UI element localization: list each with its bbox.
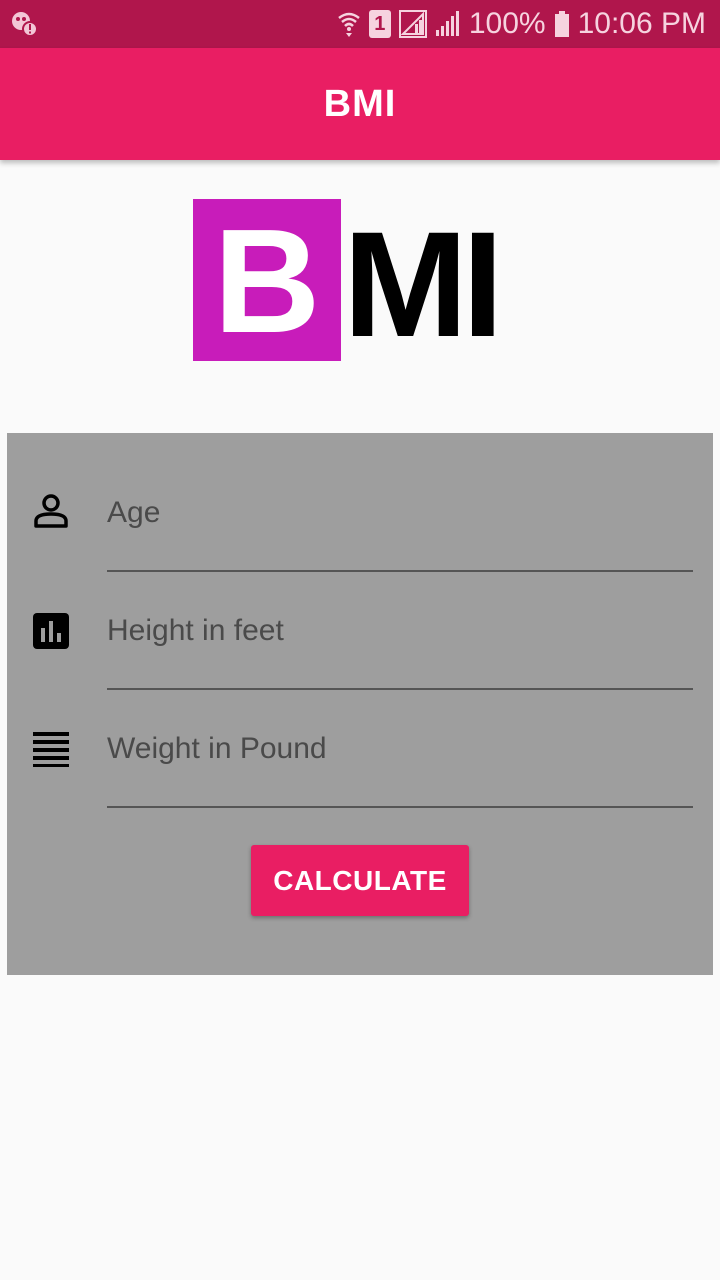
logo-letter-box: B bbox=[193, 199, 341, 361]
status-bar: 1 100% 10:06 PM bbox=[0, 0, 720, 48]
bmi-form: CALCULATE bbox=[7, 433, 713, 975]
notification-alert-icon bbox=[10, 10, 38, 38]
calculate-button[interactable]: CALCULATE bbox=[251, 845, 469, 916]
bmi-logo: B MI bbox=[193, 199, 518, 361]
lines-icon bbox=[31, 729, 71, 769]
height-input[interactable] bbox=[107, 601, 693, 661]
logo-letter-b: B bbox=[213, 199, 321, 364]
clock: 10:06 PM bbox=[577, 7, 706, 40]
logo-letters-mi: MI bbox=[343, 200, 504, 368]
battery-icon bbox=[554, 10, 570, 38]
weight-field-row bbox=[7, 689, 713, 808]
age-field-row bbox=[7, 453, 713, 572]
sim-icon: 1 bbox=[368, 10, 391, 38]
battery-percent: 100% bbox=[468, 7, 546, 40]
wifi-icon bbox=[337, 10, 361, 38]
signal-icon bbox=[435, 10, 461, 38]
app-bar: BMI bbox=[0, 48, 720, 160]
sim-badge: 1 bbox=[374, 13, 386, 35]
age-input[interactable] bbox=[107, 483, 693, 543]
bar-chart-icon bbox=[31, 611, 71, 651]
status-indicators: 1 100% 10:06 PM bbox=[337, 0, 706, 48]
weight-input[interactable] bbox=[107, 719, 693, 779]
signal-icon bbox=[398, 10, 427, 38]
weight-underline bbox=[107, 806, 693, 808]
height-field-row bbox=[7, 571, 713, 690]
person-icon bbox=[31, 491, 71, 531]
page-title: BMI bbox=[323, 82, 397, 125]
